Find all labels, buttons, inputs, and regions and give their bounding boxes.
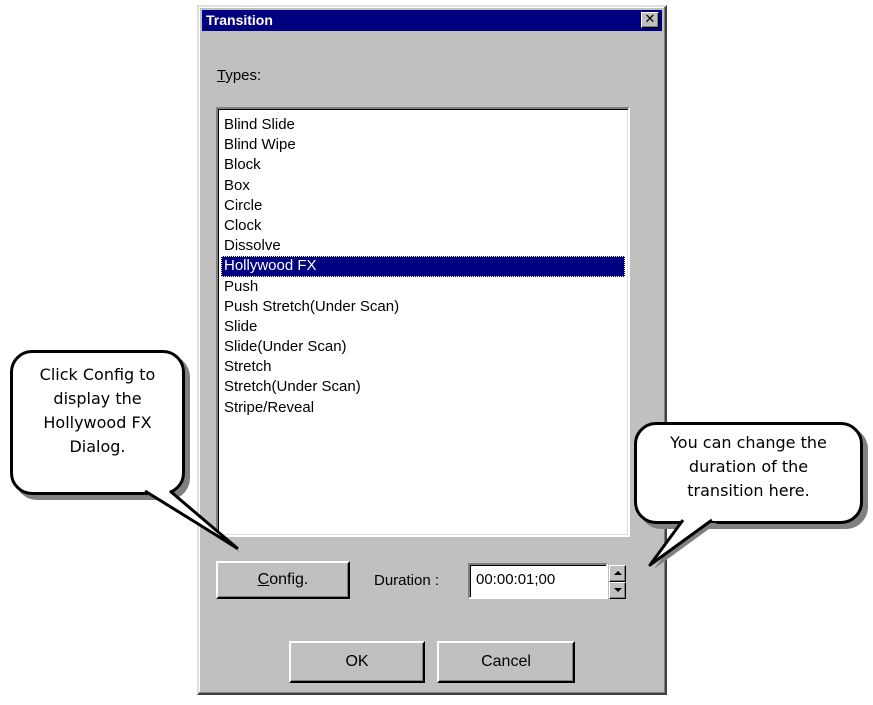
callout-line: duration of the: [688, 457, 809, 476]
list-item[interactable]: Stretch: [221, 357, 625, 377]
types-listbox[interactable]: Blind Slide Blind Wipe Block Box Circle Clock…: [216, 107, 630, 537]
title-bar: Transition ✕: [202, 10, 662, 31]
close-button[interactable]: ✕: [641, 12, 659, 28]
callout-line: Hollywood FX: [43, 413, 152, 432]
spin-down-arrow-icon: [614, 588, 622, 592]
spin-up-button[interactable]: [609, 565, 626, 582]
cancel-button[interactable]: Cancel: [437, 641, 575, 683]
list-item[interactable]: Clock: [221, 216, 625, 236]
dialog-title: Transition: [206, 12, 273, 28]
types-label-text: ypes:: [225, 67, 262, 84]
config-callout: Click Config to display the Hollywood FX…: [10, 350, 185, 495]
duration-label: Duration :: [374, 572, 440, 589]
list-item[interactable]: Slide(Under Scan): [221, 337, 625, 357]
spin-down-button[interactable]: [609, 582, 626, 599]
list-item[interactable]: Hollywood FX: [221, 256, 625, 277]
duration-spinner: [609, 565, 626, 599]
list-item[interactable]: Blind Slide: [221, 115, 625, 135]
list-item[interactable]: Box: [221, 176, 625, 196]
ok-button[interactable]: OK: [289, 641, 425, 683]
close-icon: ✕: [644, 12, 656, 27]
callout-line: You can change the: [670, 433, 827, 452]
list-item[interactable]: Block: [221, 155, 625, 175]
list-item[interactable]: Stripe/Reveal: [221, 398, 625, 418]
types-label: Types:: [217, 67, 261, 84]
callout-line: display the: [53, 389, 142, 408]
list-item[interactable]: Slide: [221, 317, 625, 337]
duration-input[interactable]: 00:00:01;00: [468, 563, 608, 599]
config-button-label: onfig.: [269, 571, 309, 588]
callout-line: Dialog.: [69, 437, 126, 456]
spin-up-arrow-icon: [614, 571, 622, 575]
transition-dialog: Transition ✕ Types: Blind Slide Blind Wip…: [197, 5, 667, 695]
list-item[interactable]: Push: [221, 277, 625, 297]
list-item[interactable]: Push Stretch(Under Scan): [221, 297, 625, 317]
list-item[interactable]: Circle: [221, 196, 625, 216]
config-button[interactable]: Config.: [216, 561, 350, 599]
callout-line: transition here.: [687, 481, 810, 500]
list-item[interactable]: Stretch(Under Scan): [221, 377, 625, 397]
list-item[interactable]: Blind Wipe: [221, 135, 625, 155]
config-button-accelerator: C: [257, 571, 270, 588]
duration-callout: You can change the duration of the trans…: [634, 422, 863, 524]
list-item[interactable]: Dissolve: [221, 236, 625, 256]
callout-line: Click Config to: [39, 365, 156, 384]
